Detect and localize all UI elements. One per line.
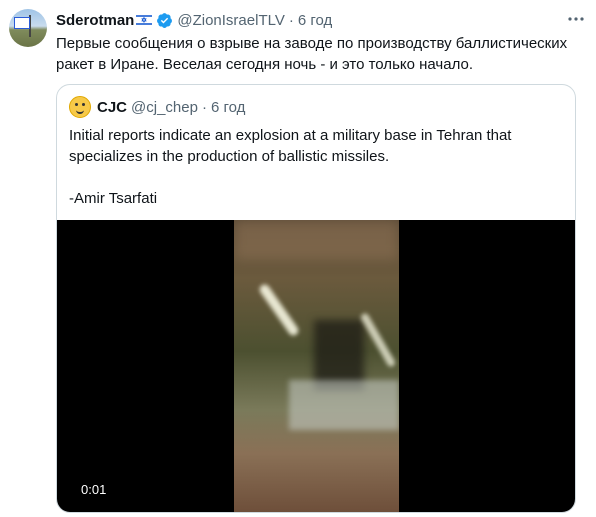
tweet-header: Sderotman @ZionIsraelTLV · 6 год [56,10,332,30]
quoted-author-handle[interactable]: @cj_chep [131,99,198,116]
quoted-tweet[interactable]: CJC @cj_chep · 6 год Initial reports ind… [56,84,576,513]
separator-dot: · [201,98,207,116]
israel-flag-icon [136,14,153,26]
tweet-time[interactable]: 6 год [298,12,332,29]
quoted-attribution: -Amir Tsarfati [69,190,158,207]
tweet[interactable]: Sderotman @ZionIsraelTLV · 6 год Первые … [0,0,596,517]
separator-dot: · [288,11,294,29]
quoted-tweet-text: Initial reports indicate an explosion at… [69,125,559,209]
more-options-icon[interactable] [566,12,586,26]
quoted-author-avatar[interactable] [69,96,91,118]
video-timestamp: 0:01 [81,482,107,497]
quoted-tweet-header: CJC @cj_chep · 6 год [69,96,245,118]
tweet-text: Первые сообщения о взрыве на заводе по п… [56,35,568,73]
author-avatar[interactable] [9,9,47,47]
video-frame [234,220,399,512]
video-player[interactable]: 0:01 [57,220,575,512]
quoted-text-line: Initial reports indicate an explosion at… [69,127,512,165]
verified-badge-icon [157,12,173,28]
author-handle[interactable]: @ZionIsraelTLV [177,12,284,29]
quoted-author-name[interactable]: CJC [97,99,127,116]
author-name[interactable]: Sderotman [56,12,134,29]
quoted-tweet-time[interactable]: 6 год [211,99,245,116]
